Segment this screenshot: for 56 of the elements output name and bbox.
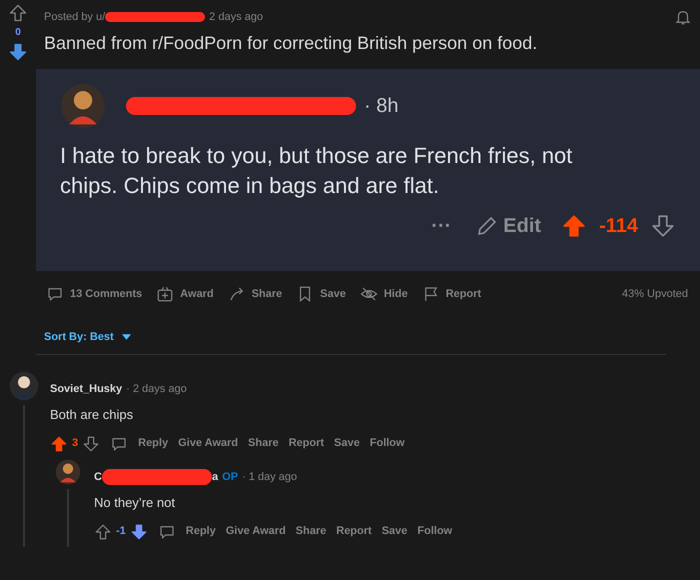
upvote-icon[interactable] — [94, 522, 112, 540]
gift-icon — [156, 285, 174, 303]
downvote-icon[interactable] — [82, 434, 100, 452]
comment-action[interactable]: Save — [382, 523, 408, 540]
post-action[interactable]: Share — [228, 285, 282, 303]
comment-author[interactable]: a — [212, 468, 218, 485]
comment-score: -1 — [116, 524, 126, 540]
comment-action[interactable]: Reply — [138, 435, 168, 452]
more-options[interactable]: ··· — [431, 211, 452, 241]
post-age: 2 days ago — [209, 10, 263, 25]
avatar-icon — [55, 458, 81, 484]
downvote-icon[interactable] — [8, 42, 28, 62]
downvote-icon[interactable] — [130, 522, 148, 540]
comment-action[interactable]: Share — [296, 523, 326, 540]
posted-by-label: Posted by u/ — [44, 10, 106, 25]
comment-action[interactable]: Report — [336, 523, 372, 540]
edit-button[interactable]: Edit — [475, 211, 542, 241]
comment-action[interactable]: Save — [334, 435, 360, 452]
post-action[interactable]: Report — [422, 285, 482, 303]
bell-icon[interactable] — [674, 8, 692, 26]
upvote-icon[interactable] — [8, 3, 28, 23]
op-label: OP — [222, 470, 238, 484]
comment-text: I hate to break to you, but those are French fries, not chips. Chips come in bags and are flat. — [60, 142, 574, 200]
comment-text: Both are chips — [50, 406, 134, 424]
comment-icon — [46, 285, 64, 303]
upvote-icon[interactable] — [561, 213, 588, 239]
comment-age: · 1 day ago — [242, 470, 298, 484]
avatar-icon — [9, 370, 39, 400]
comment-action[interactable]: Follow — [370, 435, 405, 452]
post-action[interactable]: Hide — [360, 285, 408, 303]
comment-score: 3 — [72, 436, 78, 452]
post-action[interactable]: 13 Comments — [46, 285, 142, 303]
comment-age: · 2 days ago — [126, 382, 187, 396]
upvote-ratio: 43% Upvoted — [622, 286, 688, 302]
caret-icon — [122, 334, 131, 340]
post-action[interactable]: Save — [296, 285, 346, 303]
comment-author[interactable]: C — [94, 468, 102, 485]
comment-action[interactable]: Give Award — [178, 435, 238, 452]
comment-action[interactable]: Report — [288, 435, 324, 452]
sort-dropdown[interactable]: Sort By: Best — [44, 329, 131, 346]
comment-action[interactable]: Share — [248, 435, 279, 452]
post-action[interactable]: Award — [156, 285, 214, 303]
hidden-eye-icon — [360, 285, 378, 303]
comment-action[interactable]: Reply — [186, 523, 216, 540]
comment-action[interactable]: Follow — [417, 523, 452, 540]
comment-score: -114 — [599, 214, 638, 239]
avatar-icon — [60, 83, 106, 129]
comment-age: · 8h — [364, 94, 398, 119]
upvote-icon[interactable] — [50, 434, 68, 452]
comment-author[interactable]: Soviet_Husky — [50, 380, 122, 397]
downvote-icon[interactable] — [650, 213, 676, 239]
comment-text: No they’re not — [94, 494, 176, 512]
comment-action[interactable]: Give Award — [226, 523, 286, 540]
post-score: 0 — [15, 26, 21, 40]
share-icon — [228, 285, 246, 303]
post-title: Banned from r/FoodPorn for correcting British person on food. — [43, 32, 538, 55]
